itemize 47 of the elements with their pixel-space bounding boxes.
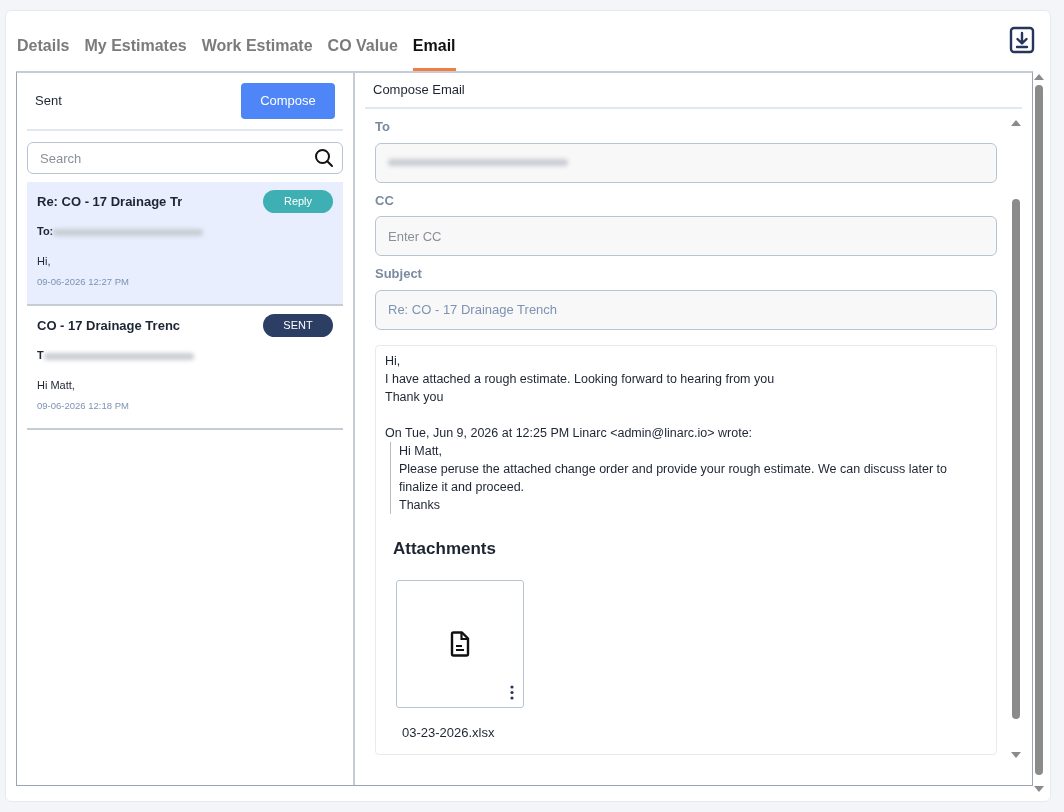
search-icon[interactable] [314,148,334,168]
field-label: Subject [375,265,423,283]
input-field[interactable]: Enter CC [375,216,997,256]
field-label: CC [375,191,395,210]
status-badge: SENT [263,314,333,337]
attachments-heading: Attachments [393,539,497,558]
reply-button[interactable]: Reply [263,190,333,213]
quoted-line: Thanks [399,496,441,514]
tab[interactable]: Work Estimate [201,34,313,72]
tab[interactable]: CO Value [327,34,398,72]
body-line: I have attached a rough estimate. Looking forward to hearing from you [385,370,776,388]
quoted-line: Please peruse the attached change order and provide your rough estimate. We can discuss later to finalize it and proceed. [399,460,948,496]
email-subject: Re: CO - 17 Drainage Tr [37,192,183,211]
email-time: 09-06-2026 12:27 PM [37,275,130,289]
tab[interactable]: Details [17,34,70,72]
tab[interactable]: Email [412,34,456,72]
body-line: Hi, [385,352,402,370]
email-item[interactable]: CO - 17 Drainage Trenc SENT T Hi Matt, 09-06-2026 12:18 PM [27,306,343,430]
quoted-line: Hi Matt, [399,442,444,460]
email-body-field[interactable] [375,344,997,755]
email-preview: Hi Matt, [37,377,76,393]
field-label: To [375,118,391,136]
more-options-icon[interactable] [510,684,514,700]
email-preview: Hi, [37,253,52,269]
body-line: Thank you [385,388,445,406]
download-icon[interactable] [1009,26,1035,54]
panel-title: Compose Email [373,81,465,100]
scroll-up-arrow[interactable] [1011,119,1021,127]
input-field[interactable] [375,142,997,183]
scroll-down-arrow[interactable] [1034,785,1044,793]
recipient-label: To: [37,225,54,237]
scroll-down-arrow[interactable] [1011,751,1021,759]
input-field[interactable]: Re: CO - 17 Drainage Trench [375,289,997,330]
scrollbar-thumb[interactable] [1035,85,1043,775]
tab[interactable]: My Estimates [84,34,187,72]
scrollbar-thumb[interactable] [1012,199,1020,719]
compose-button[interactable]: Compose [241,83,335,119]
email-item[interactable]: Re: CO - 17 Drainage Tr Reply To: Hi, 09-06-2026 12:27 PM [27,182,343,306]
email-time: 09-06-2026 12:18 PM [37,399,130,413]
attachment-name: 03-23-2026.xlsx [402,723,496,742]
document-icon [450,630,470,657]
search-field[interactable]: Search [27,142,343,174]
scroll-up-arrow[interactable] [1034,73,1044,81]
email-subject: CO - 17 Drainage Trenc [37,316,181,335]
recipient-label: T [37,349,44,361]
panel-title: Sent [35,92,62,111]
quote-header: On Tue, Jun 9, 2026 at 12:25 PM Linarc <admin@linarc.io> wrote: [385,424,754,442]
